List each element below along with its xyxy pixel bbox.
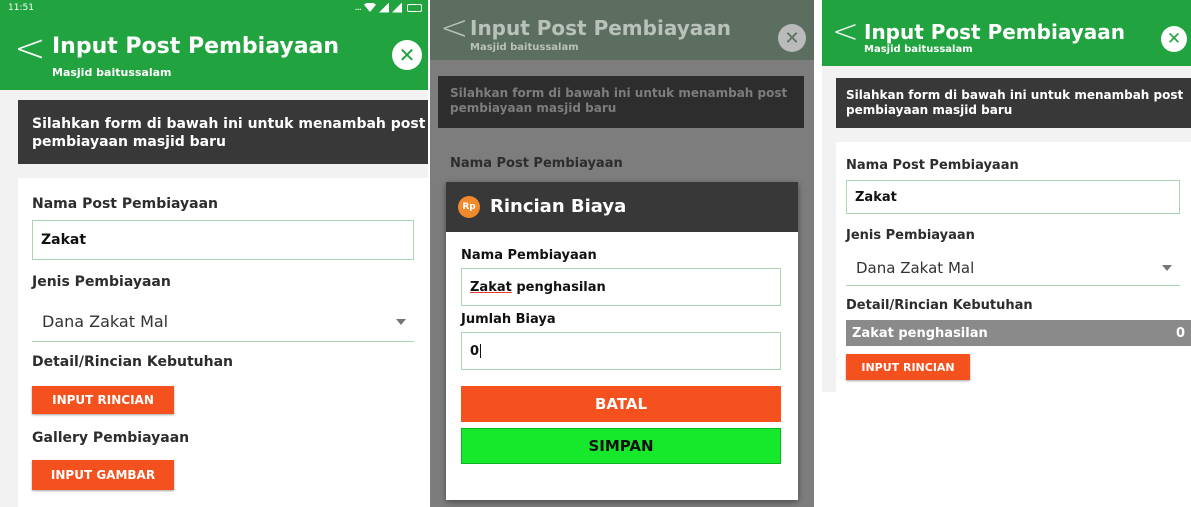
page-title: Input Post Pembiayaan — [864, 20, 1125, 44]
simpan-button[interactable]: SIMPAN — [461, 428, 781, 464]
nama-post-input[interactable]: Zakat — [32, 220, 414, 260]
screen-form-result: < Input Post Pembiayaan Masjid baitussal… — [822, 0, 1191, 392]
close-icon[interactable]: ✕ — [1161, 26, 1187, 52]
status-icons: ... — [354, 2, 422, 13]
nama-post-input[interactable]: Zakat — [846, 180, 1180, 214]
close-icon: ✕ — [778, 24, 806, 52]
status-bar: 11:51 ... — [0, 0, 428, 18]
signal-icon — [379, 2, 389, 13]
chevron-left-icon: < — [440, 8, 469, 48]
nama-post-label: Nama Post Pembiayaan — [846, 158, 1019, 173]
jumlah-biaya-label: Jumlah Biaya — [461, 312, 556, 327]
nama-pembiayaan-input[interactable]: Zakat penghasilan — [461, 268, 781, 306]
detail-label: Detail/Rincian Kebutuhan — [846, 298, 1033, 313]
dialog-title: Rincian Biaya — [490, 196, 627, 217]
jenis-select-value: Dana Zakat Mal — [42, 312, 169, 331]
text-cursor — [480, 344, 482, 358]
input-gambar-button[interactable]: INPUT GAMBAR — [32, 460, 174, 490]
gallery-label: Gallery Pembiayaan — [32, 430, 190, 446]
form-card: Nama Post Pembiayaan Zakat Jenis Pembiay… — [836, 142, 1191, 392]
nama-post-label: Nama Post Pembiayaan — [450, 156, 623, 171]
form-card: Nama Post Pembiayaan Zakat Jenis Pembiay… — [18, 178, 428, 507]
detail-item-name: Zakat penghasilan — [852, 325, 988, 341]
spellcheck-word: Zakat — [470, 279, 512, 295]
app-bar: < Input Post Pembiayaan Masjid baitussal… — [0, 18, 428, 90]
app-bar-dimmed: < Input Post Pembiayaan Masjid baitussal… — [430, 0, 814, 60]
jenis-select[interactable]: Dana Zakat Mal — [846, 250, 1180, 286]
info-banner: Silahkan form di bawah ini untuk menamba… — [438, 76, 804, 128]
nama-pembiayaan-label: Nama Pembiayaan — [461, 248, 597, 263]
detail-label: Detail/Rincian Kebutuhan — [32, 354, 234, 370]
dropdown-arrow-icon — [396, 318, 406, 325]
wifi-icon — [364, 3, 376, 12]
jumlah-biaya-input[interactable]: 0 — [461, 332, 781, 370]
rincian-dialog: Rp Rincian Biaya Nama Pembiayaan Zakat p… — [446, 182, 798, 500]
batal-button[interactable]: BATAL — [461, 386, 781, 422]
more-dots-icon: ... — [354, 2, 361, 13]
detail-item-amount: 0 — [1175, 325, 1185, 341]
signal-icon-2 — [392, 2, 402, 13]
app-bar: < Input Post Pembiayaan Masjid baitussal… — [822, 0, 1191, 66]
status-time: 11:51 — [8, 3, 34, 13]
jenis-label: Jenis Pembiayaan — [32, 274, 171, 290]
input-rincian-button[interactable]: INPUT RINCIAN — [32, 386, 174, 414]
chevron-left-icon[interactable]: < — [14, 26, 46, 70]
nama-post-label: Nama Post Pembiayaan — [32, 196, 219, 212]
dropdown-arrow-icon — [1162, 264, 1172, 271]
jenis-select-value: Dana Zakat Mal — [856, 258, 975, 277]
page-subtitle: Masjid baitussalam — [52, 66, 172, 79]
page-title: Input Post Pembiayaan — [52, 34, 340, 59]
info-banner: Silahkan form di bawah ini untuk menamba… — [18, 100, 428, 164]
close-icon[interactable]: ✕ — [392, 40, 422, 70]
page-subtitle: Masjid baitussalam — [470, 42, 579, 53]
battery-icon — [407, 3, 422, 12]
screen-dialog: < Input Post Pembiayaan Masjid baitussal… — [430, 0, 814, 507]
jenis-label: Jenis Pembiayaan — [846, 228, 975, 243]
jumlah-biaya-value: 0 — [470, 343, 480, 359]
info-banner: Silahkan form di bawah ini untuk menamba… — [836, 78, 1191, 128]
page-subtitle: Masjid baitussalam — [864, 44, 973, 55]
dialog-header: Rp Rincian Biaya — [446, 182, 798, 232]
rupiah-icon: Rp — [458, 196, 480, 218]
chevron-left-icon[interactable]: < — [832, 12, 859, 50]
input-rincian-button[interactable]: INPUT RINCIAN — [846, 354, 970, 380]
nama-pembiayaan-rest: penghasilan — [511, 279, 606, 295]
page-title: Input Post Pembiayaan — [470, 16, 731, 40]
detail-item-row[interactable]: Zakat penghasilan 0 — [846, 320, 1191, 346]
screen-form: 11:51 ... < Input Post Pembiayaan Masjid… — [0, 0, 428, 507]
jenis-select[interactable]: Dana Zakat Mal — [32, 302, 414, 342]
